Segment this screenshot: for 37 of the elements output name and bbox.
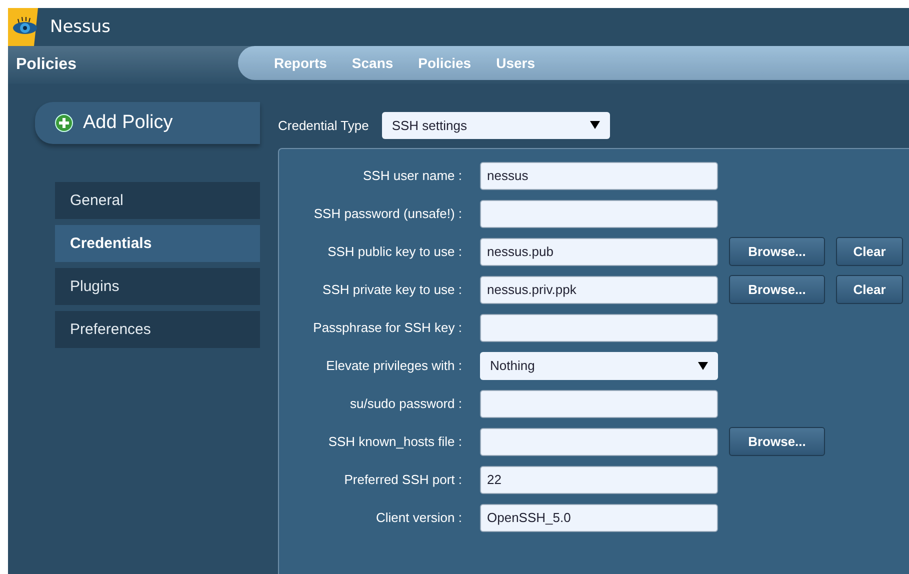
field-label: SSH public key to use :	[326, 244, 462, 259]
input-field[interactable]	[480, 314, 718, 342]
input-field[interactable]: 22	[480, 466, 718, 494]
sidebar-item[interactable]: Preferences	[55, 311, 260, 348]
field-label: SSH password (unsafe!) :	[312, 206, 462, 221]
input-field[interactable]: nessus	[480, 162, 718, 190]
field-label: Client version :	[375, 510, 462, 525]
add-policy-tab[interactable]: Add Policy	[35, 102, 260, 144]
field-label: Passphrase for SSH key :	[312, 320, 462, 335]
input-field[interactable]: OpenSSH_5.0	[480, 504, 718, 532]
sidebar-item[interactable]: Plugins	[55, 268, 260, 305]
input-field[interactable]	[480, 200, 718, 228]
field-label: Elevate privileges with :	[325, 358, 462, 373]
field-label: Credential Type	[278, 118, 369, 132]
file-button[interactable]: Clear	[836, 275, 903, 304]
field-label: SSH private key to use :	[322, 282, 462, 297]
file-button[interactable]: Browse...	[729, 275, 825, 304]
brand-name: Nessus	[50, 17, 111, 37]
plus-icon	[55, 114, 73, 132]
sidebar-item[interactable]: General	[55, 182, 260, 219]
file-button[interactable]: Clear	[836, 237, 903, 266]
field-label: SSH user name :	[362, 168, 462, 183]
file-button[interactable]: Browse...	[729, 237, 825, 266]
field-label: SSH known_hosts file :	[327, 434, 462, 449]
input-field[interactable]: nessus.priv.ppk	[480, 276, 718, 304]
field-label: su/sudo password :	[348, 396, 462, 411]
caret-icon	[590, 121, 600, 129]
input-field[interactable]	[480, 390, 718, 418]
privilege-select[interactable]: Nothing	[480, 352, 718, 380]
field-label: Preferred SSH port :	[343, 472, 462, 487]
file-button[interactable]: Browse...	[729, 427, 825, 456]
sidebar-item[interactable]: Credentials	[55, 225, 260, 262]
caret-icon	[698, 362, 708, 370]
section-title: Policies	[15, 55, 78, 75]
input-field[interactable]: nessus.pub	[480, 238, 718, 266]
credential-type-select[interactable]: SSH settings	[382, 112, 610, 138]
input-field[interactable]	[480, 428, 718, 456]
